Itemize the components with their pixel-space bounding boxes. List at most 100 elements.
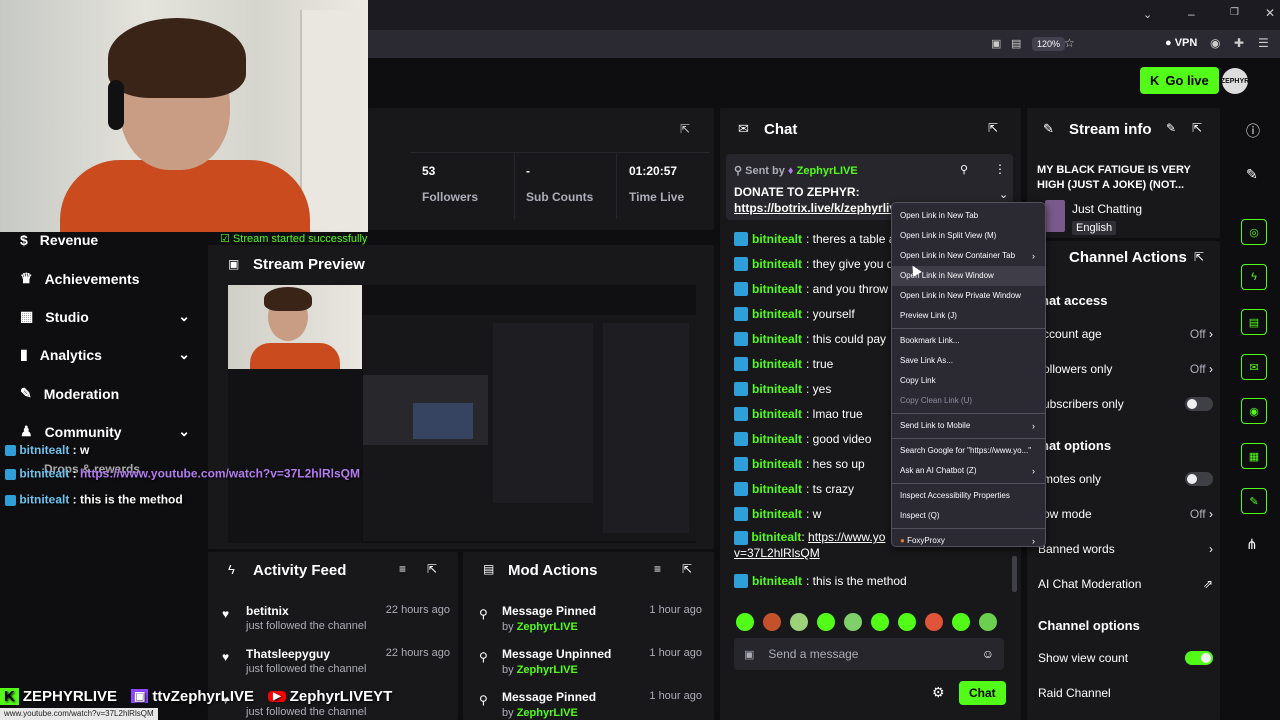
chat-user[interactable]: bitnitealt [752, 507, 802, 521]
screenshot-icon[interactable]: ▣ [991, 37, 1001, 50]
zoom-badge[interactable]: 120% [1032, 37, 1066, 51]
slow-mode-setting[interactable]: ow mode Off › [1043, 507, 1213, 521]
broadcast-icon[interactable]: ◉ [1241, 398, 1267, 424]
info-icon[interactable]: ⓘ [1246, 121, 1260, 141]
chevron-down-icon[interactable]: ⌄ [999, 188, 1008, 201]
menu-item-preview-link[interactable]: Preview Link (J) [892, 306, 1045, 326]
list-icon[interactable]: ▤ [1241, 309, 1267, 335]
menu-item-search-google[interactable]: Search Google for "https://www.yo..." [892, 441, 1045, 461]
sidebar-item-achievements[interactable]: ♛ Achievements [20, 270, 140, 287]
emote-icon[interactable] [871, 613, 889, 631]
sidebar-item-moderation[interactable]: ✎ Moderation [20, 385, 119, 402]
url-bar[interactable]: ▣ ▤ 120% ☆ ● VPN ◉ ✚ ☰ [368, 30, 1280, 58]
menu-item-copy-link[interactable]: Copy Link [892, 371, 1045, 391]
chat-user[interactable]: bitnitealt [752, 457, 802, 471]
sidebar-item-studio[interactable]: ▦ Studio ⌄ [20, 308, 190, 325]
unpin-icon[interactable]: ⚲ [960, 163, 968, 176]
more-icon[interactable]: ⋮ [994, 162, 1006, 176]
edit-icon[interactable]: ✎ [1246, 166, 1258, 183]
reader-icon[interactable]: ▤ [1011, 37, 1021, 50]
filter-icon[interactable]: ≡ [399, 562, 406, 576]
chat-user[interactable]: bitnitealt [752, 307, 802, 321]
share-icon[interactable]: ⋔ [1246, 536, 1258, 553]
edit-icon[interactable]: ✎ [1166, 121, 1176, 135]
followers-only-setting[interactable]: ollowers only Off › [1043, 362, 1213, 376]
chat-user[interactable]: bitnitealt [752, 232, 802, 246]
banned-words-setting[interactable]: Banned words › [1038, 542, 1213, 556]
menu-item-foxyproxy[interactable]: ● FoxyProxy › [892, 531, 1045, 551]
sidebar-item-revenue[interactable]: $ Revenue [20, 232, 98, 248]
chat-scrollbar[interactable] [1012, 556, 1017, 592]
minimize-icon[interactable]: – [1188, 7, 1195, 21]
restore-icon[interactable]: ❐ [1230, 7, 1239, 18]
chat-user[interactable]: bitnitealt [751, 530, 801, 544]
close-icon[interactable]: ✕ [1265, 6, 1275, 20]
menu-item-inspect[interactable]: Inspect (Q) [892, 506, 1045, 526]
popout-icon[interactable]: ⇱ [1192, 121, 1202, 135]
chat-user[interactable]: bitnitealt [752, 282, 802, 296]
star-icon[interactable]: ☆ [1064, 36, 1075, 50]
wrench-icon[interactable]: ✎ [1241, 488, 1267, 514]
account-icon[interactable]: ◉ [1210, 36, 1220, 50]
menu-item-copy-clean-link[interactable]: Copy Clean Link (U) [892, 391, 1045, 411]
menu-item-bookmark-link[interactable]: Bookmark Link... [892, 331, 1045, 351]
menu-item-save-link[interactable]: Save Link As... [892, 351, 1045, 371]
menu-item-ask-ai[interactable]: Ask an AI Chatbot (Z) › [892, 461, 1045, 481]
time-value: 01:20:57 [629, 164, 678, 178]
layout-icon[interactable]: ▦ [1241, 443, 1267, 469]
popout-icon[interactable]: ⇱ [427, 562, 437, 576]
chat-user[interactable]: bitnitealt [752, 407, 802, 421]
emote-icon[interactable] [979, 613, 997, 631]
sidebar-item-analytics[interactable]: ▮ Analytics ⌄ [20, 346, 190, 363]
chat-user[interactable]: bitnitealt [752, 574, 802, 588]
emote-icon[interactable] [790, 613, 808, 631]
raid-channel-setting[interactable]: Raid Channel [1038, 686, 1213, 700]
sidebar-item-community[interactable]: ♟ Community ⌄ [20, 423, 190, 440]
emote-icon[interactable] [817, 613, 835, 631]
menu-item-private-window[interactable]: Open Link in New Private Window [892, 286, 1045, 306]
chat-user[interactable]: bitnitealt [752, 432, 802, 446]
chat-send-button[interactable]: Chat [959, 681, 1006, 705]
mod-time: 1 hour ago [649, 690, 702, 702]
chat-input[interactable]: ▣ Send a message ☺ [734, 638, 1004, 670]
chat-icon[interactable]: ✉ [1241, 354, 1267, 380]
followers-value: 53 [422, 164, 436, 178]
camera-icon[interactable]: ◎ [1241, 219, 1267, 245]
vpn-button[interactable]: ● VPN [1165, 37, 1197, 49]
chat-user[interactable]: bitnitealt [752, 332, 802, 346]
chat-user[interactable]: bitnitealt [752, 357, 802, 371]
chevron-down-icon[interactable]: ⌄ [1143, 8, 1152, 21]
subscribers-only-toggle[interactable] [1185, 397, 1213, 411]
menu-item-open-new-tab[interactable]: Open Link in New Tab [892, 206, 1045, 226]
emote-icon[interactable] [763, 613, 781, 631]
menu-item-split-view[interactable]: Open Link in Split View (M) [892, 226, 1045, 246]
menu-icon[interactable]: ☰ [1258, 36, 1269, 50]
chat-user[interactable]: bitnitealt [752, 257, 802, 271]
emote-icon[interactable] [844, 613, 862, 631]
bolt-icon[interactable]: ϟ [1241, 264, 1267, 290]
menu-item-inspect-accessibility[interactable]: Inspect Accessibility Properties [892, 486, 1045, 506]
emote-icon[interactable] [952, 613, 970, 631]
emotes-only-toggle[interactable] [1185, 472, 1213, 486]
chat-user[interactable]: bitnitealt [752, 382, 802, 396]
emote-icon[interactable] [736, 613, 754, 631]
popout-icon[interactable]: ⇱ [682, 562, 692, 576]
menu-item-send-to-mobile[interactable]: Send Link to Mobile › [892, 416, 1045, 436]
chat-link[interactable]: https://www.yo [808, 530, 885, 544]
go-live-button[interactable]: K Go live [1140, 67, 1219, 94]
emote-icon[interactable] [925, 613, 943, 631]
chat-user[interactable]: bitnitealt [752, 482, 802, 496]
gear-icon[interactable]: ⚙ [932, 684, 945, 701]
account-age-setting[interactable]: ccount age Off › [1043, 327, 1213, 341]
emote-icon[interactable] [898, 613, 916, 631]
extensions-icon[interactable]: ✚ [1234, 36, 1244, 50]
avatar[interactable]: ZEPHYR [1221, 68, 1249, 94]
ai-moderation-setting[interactable]: AI Chat Moderation ⇗ [1038, 577, 1213, 591]
emoji-icon[interactable]: ☺ [982, 647, 994, 661]
show-view-count-toggle[interactable] [1185, 651, 1213, 665]
popout-icon[interactable]: ⇱ [680, 122, 690, 136]
popout-icon[interactable]: ⇱ [988, 121, 998, 135]
chat-link-cont[interactable]: v=37L2hlRlsQM [734, 546, 820, 560]
filter-icon[interactable]: ≡ [654, 562, 661, 576]
popout-icon[interactable]: ⇱ [1194, 250, 1204, 264]
